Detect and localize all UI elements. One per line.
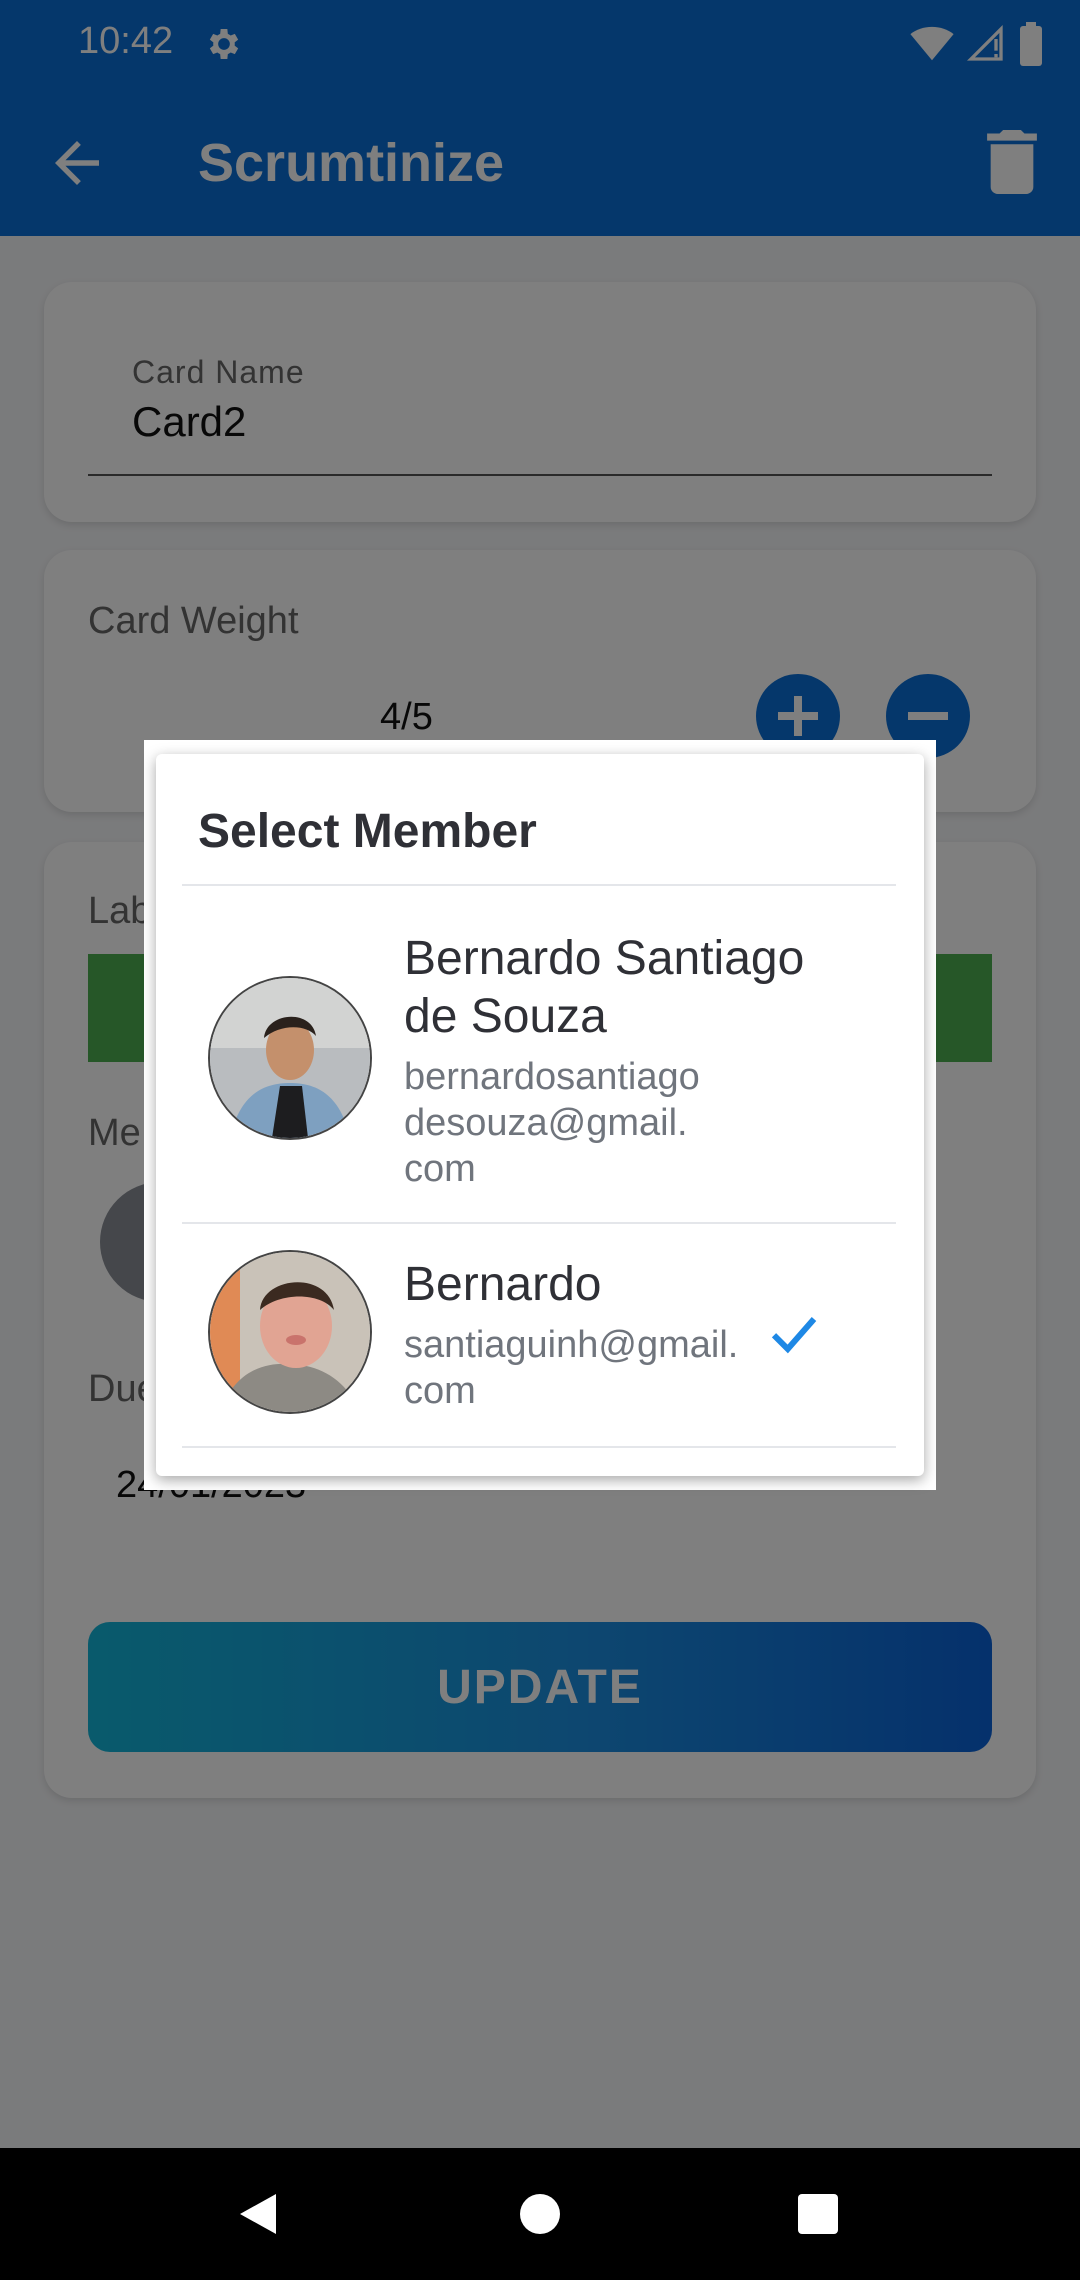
- nav-recents-icon[interactable]: [796, 2192, 840, 2236]
- select-member-dialog: Select Member Bernardo Santiago de Souza…: [156, 754, 924, 1476]
- nav-back-icon[interactable]: [236, 2190, 280, 2238]
- member-email: bernardosantiagodesouza@gmail.com: [404, 1056, 700, 1190]
- navigation-bar: [0, 2148, 1080, 2280]
- member-name: Bernardo Santiago de Souza: [404, 932, 805, 1043]
- nav-home-icon[interactable]: [518, 2192, 562, 2236]
- member-divider: [182, 1446, 896, 1448]
- member-avatar: [208, 1250, 372, 1414]
- check-icon: [771, 1317, 817, 1354]
- member-avatar: [208, 976, 372, 1140]
- member-name: Bernardo: [404, 1258, 602, 1311]
- dialog-title-divider: [182, 884, 896, 886]
- dialog-title: Select Member: [198, 805, 537, 858]
- member-email: santiaguinh@gmail.com: [404, 1324, 739, 1412]
- member-item[interactable]: Bernardo Santiago de Souza bernardosanti…: [182, 888, 896, 1222]
- member-item[interactable]: Bernardo santiaguinh@gmail.com: [182, 1224, 896, 1446]
